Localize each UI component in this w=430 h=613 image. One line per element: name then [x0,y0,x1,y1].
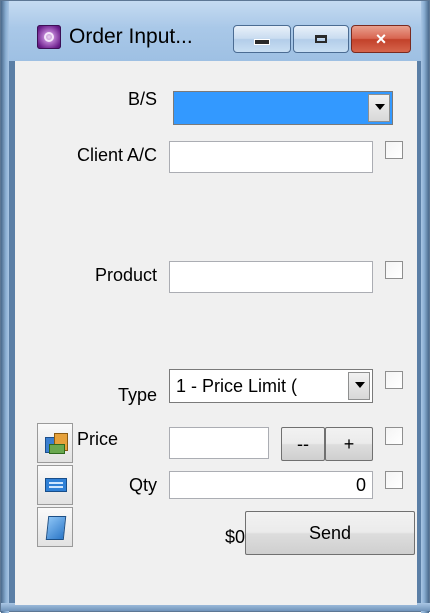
keyboard-icon [45,478,67,492]
minimize-button[interactable] [233,25,291,53]
type-checkbox[interactable] [385,371,403,389]
notebook-tool-button[interactable] [37,507,73,547]
type-value: 1 - Price Limit ( [176,376,298,396]
close-button[interactable]: × [351,25,411,53]
chart-icon [45,433,68,454]
client-ac-checkbox[interactable] [385,141,403,159]
notebook-icon [45,516,67,540]
window-title: Order Input... [69,25,193,48]
window-frame-right [421,1,429,613]
maximize-button[interactable] [293,25,349,53]
price-input[interactable] [169,427,269,459]
product-checkbox[interactable] [385,261,403,279]
qty-label: Qty [128,475,157,495]
close-icon: × [375,29,387,49]
product-input[interactable] [169,261,373,293]
product-label: Product [94,265,157,285]
title-bar[interactable]: Order Input... × [9,1,421,61]
chart-tool-button[interactable] [37,423,73,463]
bs-label: B/S [127,89,157,109]
type-label: Type [117,385,157,405]
client-ac-label: Client A/C [76,145,157,165]
send-button[interactable]: Send [245,511,415,555]
price-increment-button[interactable]: + [325,427,373,461]
qty-input[interactable] [169,471,373,499]
window-frame-left [1,1,9,613]
bs-dropdown[interactable] [173,91,393,125]
qty-checkbox[interactable] [385,471,403,489]
amount-value: $0 [224,527,245,547]
keyboard-tool-button[interactable] [37,465,73,505]
client-ac-input[interactable] [169,141,373,173]
chevron-down-icon[interactable] [348,372,370,400]
maximize-icon [315,34,327,43]
order-form: B/S Client A/C Product Type 1 - Price Li… [15,61,417,605]
price-label: Price [77,429,119,449]
price-checkbox[interactable] [385,427,403,445]
chevron-down-icon[interactable] [368,94,390,122]
app-gear-icon[interactable] [37,25,61,49]
minimize-icon [254,38,270,45]
type-dropdown[interactable]: 1 - Price Limit ( [169,369,373,403]
price-decrement-button[interactable]: -- [281,427,325,461]
order-input-window: Order Input... × B/S Client A/C Product … [0,0,430,613]
